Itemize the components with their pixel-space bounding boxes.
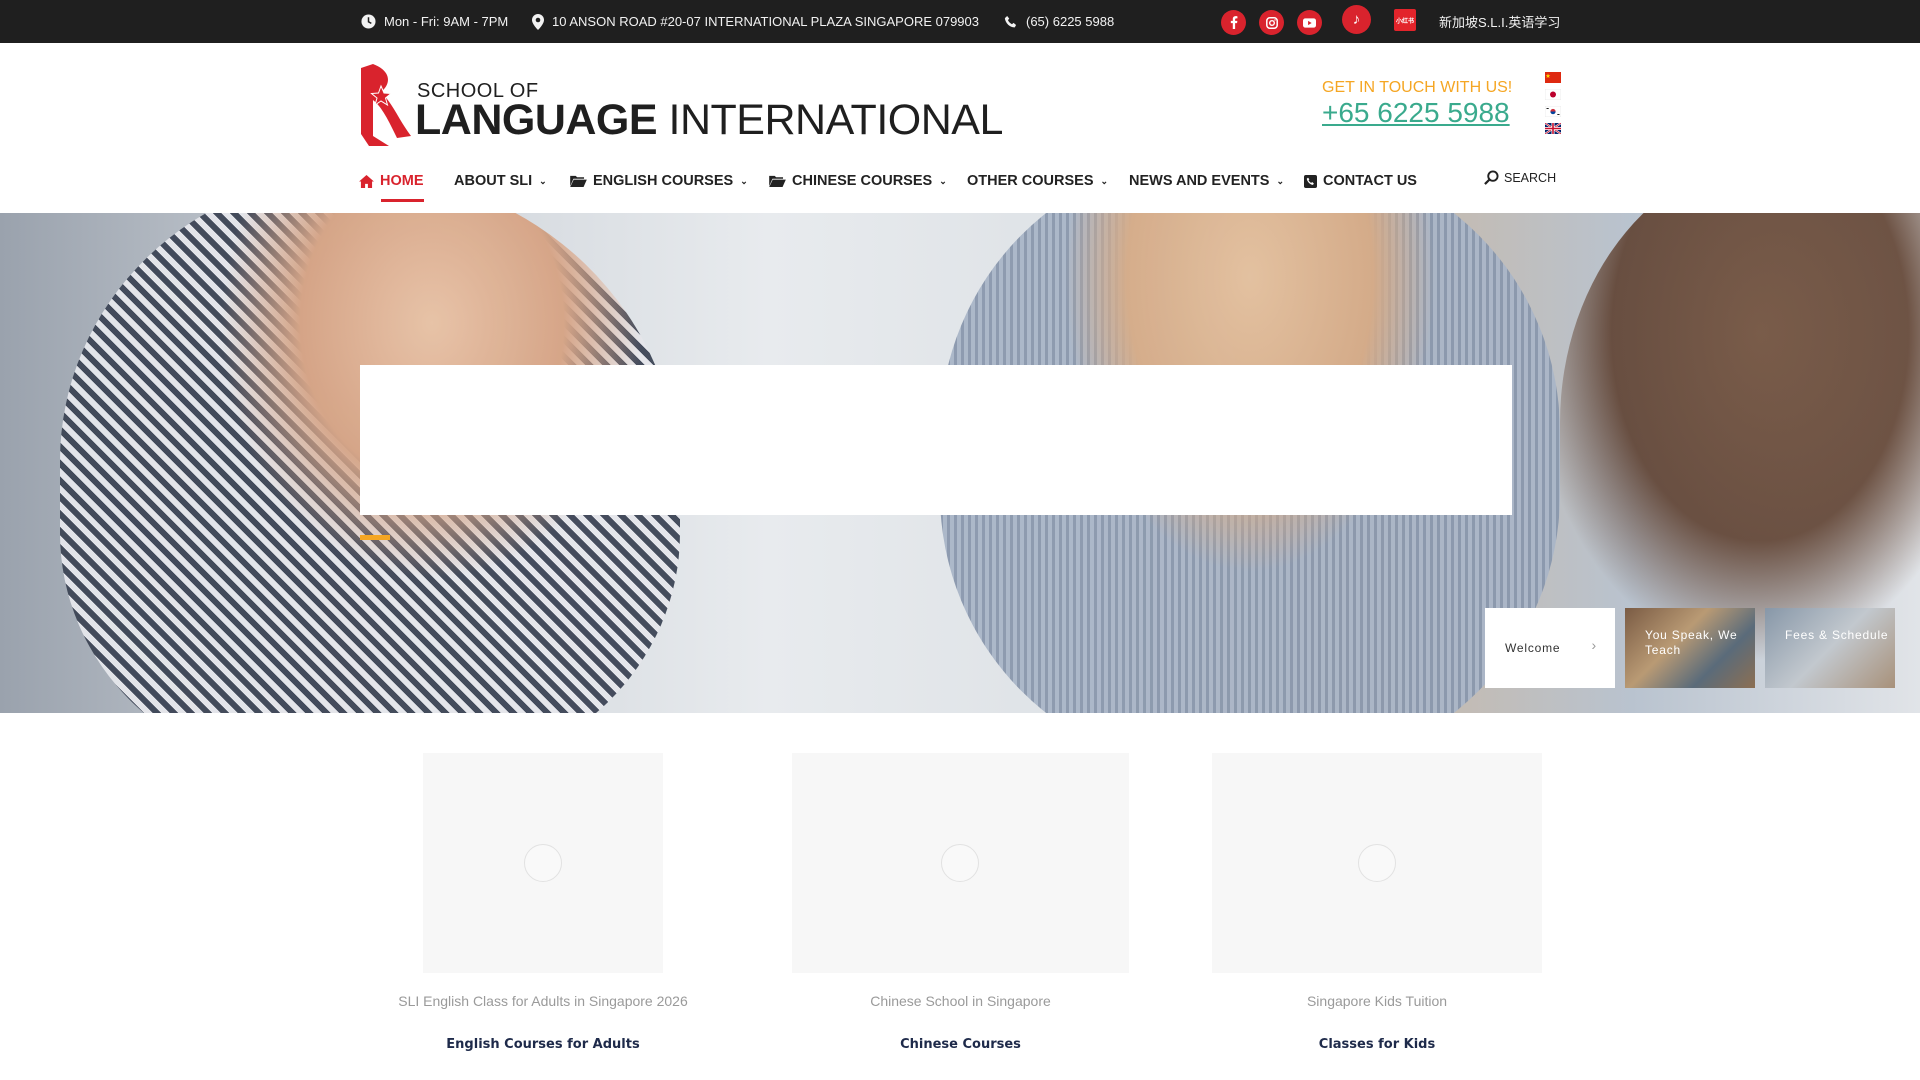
address-text: 10 ANSON ROAD #20-07 INTERNATIONAL PLAZA… [552,14,980,29]
nav-english-courses[interactable]: ENGLISH COURSES ⌄ [570,166,748,196]
nav-other-courses[interactable]: OTHER COURSES ⌄ [967,166,1108,196]
youtube-link[interactable] [1297,10,1322,35]
nav-other-courses-label: OTHER COURSES [967,173,1094,189]
loading-spinner-icon [1358,844,1396,882]
course-card-image[interactable] [1212,753,1542,973]
address: 10 ANSON ROAD #20-07 INTERNATIONAL PLAZA… [532,0,979,43]
tiktok-icon: ♪ [1352,11,1361,28]
loading-spinner-icon [524,844,562,882]
slide-thumb-you-speak-label: You Speak, We Teach [1645,628,1738,657]
slide-thumb-fees-label: Fees & Schedule [1785,628,1889,642]
flag-uk-icon[interactable] [1545,123,1561,134]
slide-thumb-welcome-label: Welcome [1505,640,1561,655]
opening-hours-text: Mon - Fri: 9AM - 7PM [384,14,509,29]
nav-about-sli-label: ABOUT SLI [454,173,533,189]
hero-slider: Welcome › You Speak, We Teach Fees & Sch… [0,213,1920,713]
xiaohongshu-label-text: 新加坡S.L.I.英语学习 [1439,15,1561,30]
chevron-down-icon: ⌄ [1276,175,1284,186]
active-underline [381,199,424,202]
contact-title: GET IN TOUCH WITH US! [1322,79,1513,96]
slide-thumb-fees[interactable]: Fees & Schedule [1765,608,1895,688]
folder-open-icon [769,175,786,187]
course-card-link[interactable]: English Courses for Adults [340,1037,746,1052]
search-icon [1484,170,1499,185]
chevron-down-icon: ⌄ [1100,175,1109,186]
course-card-link[interactable]: Classes for Kids [1212,1037,1542,1052]
nav-news-and-events[interactable]: NEWS AND EVENTS ⌄ [1129,166,1284,196]
nav-chinese-courses-label: CHINESE COURSES [792,173,933,189]
nav-home-label: HOME [380,173,424,189]
logo-word-language: LANGUAGE [415,96,658,144]
instagram-icon [1265,16,1278,29]
xiaohongshu-link[interactable]: 小红书 [1394,9,1416,31]
course-card-caption: Singapore Kids Tuition [1306,993,1448,1009]
flag-japan-icon[interactable] [1545,89,1561,100]
logo-word-international: INTERNATIONAL [668,96,1004,144]
flag-china-icon[interactable] [1545,72,1561,83]
nav-chinese-courses[interactable]: CHINESE COURSES ⌄ [769,166,947,196]
site-logo[interactable]: SCHOOL OF LANGUAGE INTERNATIONAL [359,64,1003,146]
nav-home[interactable]: HOME [359,166,424,202]
nav-news-and-events-label: NEWS AND EVENTS [1129,173,1270,189]
xiaohongshu-label[interactable]: 新加坡S.L.I.英语学习 [1439,0,1560,43]
course-card-link[interactable]: Chinese Courses [792,1037,1129,1052]
course-card-caption: Chinese School in Singapore [870,993,1051,1009]
logo-line-2: LANGUAGE INTERNATIONAL [415,96,1003,145]
xiaohongshu-icon: 小红书 [1395,18,1414,25]
search-label: SEARCH [1504,170,1557,185]
nav-contact-us[interactable]: CONTACT US [1304,166,1417,196]
top-bar: Mon - Fri: 9AM - 7PM 10 ANSON ROAD #20-0… [0,0,1920,43]
phone-square-icon [1304,174,1317,188]
folder-open-icon [570,175,587,187]
facebook-link[interactable] [1221,10,1246,35]
chevron-down-icon: ⌄ [939,175,947,186]
chevron-right-icon: › [1591,637,1597,653]
phone-icon [1004,15,1017,27]
slide-thumb-you-speak[interactable]: You Speak, We Teach [1625,608,1755,688]
instagram-link[interactable] [1259,10,1284,35]
search-button[interactable]: SEARCH [1484,170,1556,185]
clock-icon [361,14,376,29]
loading-spinner-icon [941,844,979,882]
flag-korea-icon[interactable] [1545,106,1561,117]
slide-thumb-welcome[interactable]: Welcome › [1485,608,1615,688]
facebook-icon [1230,16,1237,29]
nav-english-courses-label: ENGLISH COURSES [593,173,734,189]
top-phone-text: (65) 6225 5988 [1026,14,1115,29]
youtube-icon [1303,17,1316,28]
chevron-down-icon: ⌄ [539,175,547,186]
home-icon [359,174,374,188]
course-card-caption: SLI English Class for Adults in Singapor… [398,993,688,1009]
chevron-down-icon: ⌄ [740,175,748,186]
top-phone[interactable]: (65) 6225 5988 [1004,0,1114,43]
course-card-image[interactable] [792,753,1129,973]
nav-about-sli[interactable]: ABOUT SLI ⌄ [454,166,547,196]
opening-hours: Mon - Fri: 9AM - 7PM [361,0,508,43]
logo-mark-icon [361,64,411,146]
contact-phone-link[interactable]: +65 6225 5988 [1322,97,1510,129]
nav-contact-us-label: CONTACT US [1323,173,1417,189]
tiktok-link[interactable]: ♪ [1342,5,1371,34]
hero-accent-bar [360,535,390,540]
map-pin-icon [532,13,544,30]
hero-caption-box [360,365,1512,515]
course-card-image[interactable] [423,753,663,973]
